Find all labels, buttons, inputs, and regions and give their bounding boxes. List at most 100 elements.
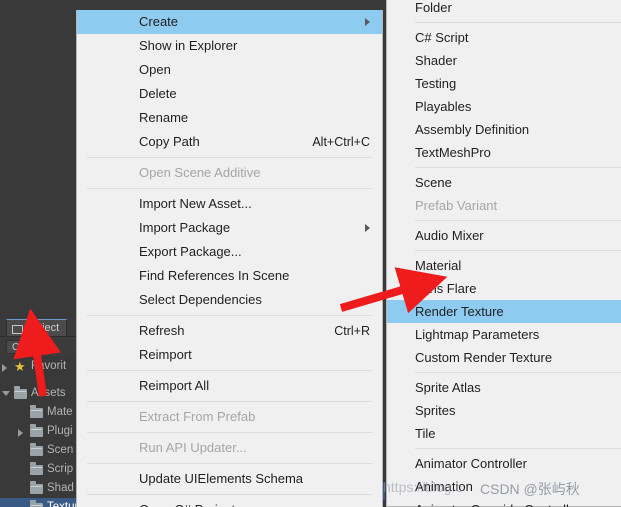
- menu-item-copy-path[interactable]: Copy Path Alt+Ctrl+C: [77, 130, 382, 154]
- menu-item-label: Open: [139, 62, 171, 77]
- menu-item-testing[interactable]: Testing: [387, 72, 621, 95]
- menu-item-import-new-asset[interactable]: Import New Asset...: [77, 192, 382, 216]
- menu-item-animation[interactable]: Animation: [387, 475, 621, 498]
- menu-item-label: Material: [415, 258, 462, 273]
- menu-item-custom-render-texture[interactable]: Custom Render Texture: [387, 346, 621, 369]
- folder-icon: [30, 443, 43, 456]
- menu-item-audio-mixer[interactable]: Audio Mixer: [387, 224, 621, 247]
- menu-separator: [415, 448, 621, 449]
- menu-item-assembly-definition[interactable]: Assembly Definition: [387, 118, 621, 141]
- menu-item-reimport-all[interactable]: Reimport All: [77, 374, 382, 398]
- menu-item-label: Rename: [139, 110, 189, 125]
- menu-item-label: Open C# Project: [139, 502, 235, 507]
- menu-item-animator-override-controller[interactable]: Animator Override Controller: [387, 498, 621, 507]
- create-dropdown-button[interactable]: Crea: [6, 340, 47, 354]
- menu-item-delete[interactable]: Delete: [77, 82, 382, 106]
- menu-separator: [415, 250, 621, 251]
- menu-separator: [415, 372, 621, 373]
- menu-item-scene[interactable]: Scene: [387, 171, 621, 194]
- menu-item-playables[interactable]: Playables: [387, 95, 621, 118]
- menu-item-shader[interactable]: Shader: [387, 49, 621, 72]
- menu-separator: [87, 157, 372, 158]
- menu-item-label: Import New Asset...: [139, 196, 252, 211]
- menu-item-label: C# Script: [415, 30, 469, 45]
- menu-item-create[interactable]: Create: [77, 10, 382, 34]
- tree-item-favorit[interactable]: ★ Favorit: [0, 357, 80, 376]
- asset-context-menu: Create Show in Explorer Open Delete Rename Co…: [76, 10, 383, 507]
- folder-icon: [30, 462, 43, 475]
- menu-item-lightmap-parameters[interactable]: Lightmap Parameters: [387, 323, 621, 346]
- menu-item-sprites[interactable]: Sprites: [387, 399, 621, 422]
- tree-item-scen[interactable]: Scen: [0, 441, 80, 460]
- tab-project[interactable]: Project: [6, 319, 68, 336]
- menu-item-extract-from-prefab: Extract From Prefab: [77, 405, 382, 429]
- menu-separator: [87, 370, 372, 371]
- tree-item-shad[interactable]: Shad: [0, 479, 80, 498]
- menu-item-label: Create: [139, 14, 179, 29]
- tree-item-label: Scen: [47, 444, 74, 456]
- chevron-down-icon[interactable]: [2, 391, 10, 396]
- chevron-right-icon[interactable]: [18, 429, 23, 437]
- folder-icon: [30, 500, 43, 507]
- tree-item-label: Plugi: [47, 425, 73, 437]
- tree-item-assets[interactable]: Assets: [0, 384, 80, 403]
- tree-item-label: Scrip: [47, 463, 74, 475]
- menu-item-open[interactable]: Open: [77, 58, 382, 82]
- menu-item-label: Playables: [415, 99, 472, 114]
- tree-item-scrip[interactable]: Scrip: [0, 460, 80, 479]
- menu-item-open-c-project[interactable]: Open C# Project: [77, 498, 382, 507]
- menu-item-label: Delete: [139, 86, 177, 101]
- menu-item-label: Testing: [415, 76, 457, 91]
- star-icon: ★: [14, 359, 26, 374]
- menu-separator: [87, 494, 372, 495]
- tree-item-mate[interactable]: Mate: [0, 403, 80, 422]
- menu-separator: [87, 188, 372, 189]
- menu-item-refresh[interactable]: Refresh Ctrl+R: [77, 319, 382, 343]
- tab-project-label: Project: [25, 322, 60, 334]
- menu-item-sprite-atlas[interactable]: Sprite Atlas: [387, 376, 621, 399]
- menu-separator: [87, 463, 372, 464]
- menu-item-folder[interactable]: Folder: [387, 0, 621, 19]
- folder-icon: [30, 481, 43, 494]
- tree-item-label: Favorit: [31, 360, 67, 372]
- chevron-right-icon: [365, 18, 370, 26]
- tree-item-plugi[interactable]: Plugi: [0, 422, 80, 441]
- menu-item-lens-flare[interactable]: Lens Flare: [387, 277, 621, 300]
- menu-item-export-package[interactable]: Export Package...: [77, 240, 382, 264]
- tree-item-label: Assets: [31, 387, 66, 399]
- menu-item-animator-controller[interactable]: Animator Controller: [387, 452, 621, 475]
- menu-item-c-script[interactable]: C# Script: [387, 26, 621, 49]
- chevron-right-icon: [365, 224, 370, 232]
- menu-item-label: Custom Render Texture: [415, 350, 553, 365]
- menu-item-material[interactable]: Material: [387, 254, 621, 277]
- menu-item-label: Export Package...: [139, 244, 242, 259]
- folder-icon: [30, 424, 43, 437]
- menu-item-textmeshpro[interactable]: TextMeshPro: [387, 141, 621, 164]
- folder-icon: [14, 386, 27, 399]
- project-panel-toolbar: Crea: [0, 336, 80, 356]
- menu-item-import-package[interactable]: Import Package: [77, 216, 382, 240]
- menu-item-show-in-explorer[interactable]: Show in Explorer: [77, 34, 382, 58]
- project-panel-tabbar: Project: [0, 318, 80, 336]
- menu-item-label: Tile: [415, 426, 436, 441]
- menu-item-label: Reimport: [139, 347, 192, 362]
- menu-item-update-uielements-schema[interactable]: Update UIElements Schema: [77, 467, 382, 491]
- menu-item-label: Assembly Definition: [415, 122, 530, 137]
- tree-item-label: Shad: [47, 482, 74, 494]
- menu-separator: [415, 167, 621, 168]
- menu-item-label: Prefab Variant: [415, 198, 498, 213]
- menu-item-reimport[interactable]: Reimport: [77, 343, 382, 367]
- menu-item-tile[interactable]: Tile: [387, 422, 621, 445]
- tree-item-texture[interactable]: Texture: [0, 498, 80, 507]
- menu-item-find-references-in-scene[interactable]: Find References In Scene: [77, 264, 382, 288]
- menu-item-label: Audio Mixer: [415, 228, 484, 243]
- create-dropdown-label: Crea: [12, 342, 34, 353]
- menu-item-select-dependencies[interactable]: Select Dependencies: [77, 288, 382, 312]
- menu-item-prefab-variant: Prefab Variant: [387, 194, 621, 217]
- chevron-right-icon[interactable]: [2, 364, 7, 372]
- menu-item-label: Show in Explorer: [139, 38, 238, 53]
- menu-item-label: Folder: [415, 0, 452, 15]
- menu-item-render-texture[interactable]: Render Texture: [387, 300, 621, 323]
- chevron-down-icon: [36, 347, 43, 350]
- menu-item-rename[interactable]: Rename: [77, 106, 382, 130]
